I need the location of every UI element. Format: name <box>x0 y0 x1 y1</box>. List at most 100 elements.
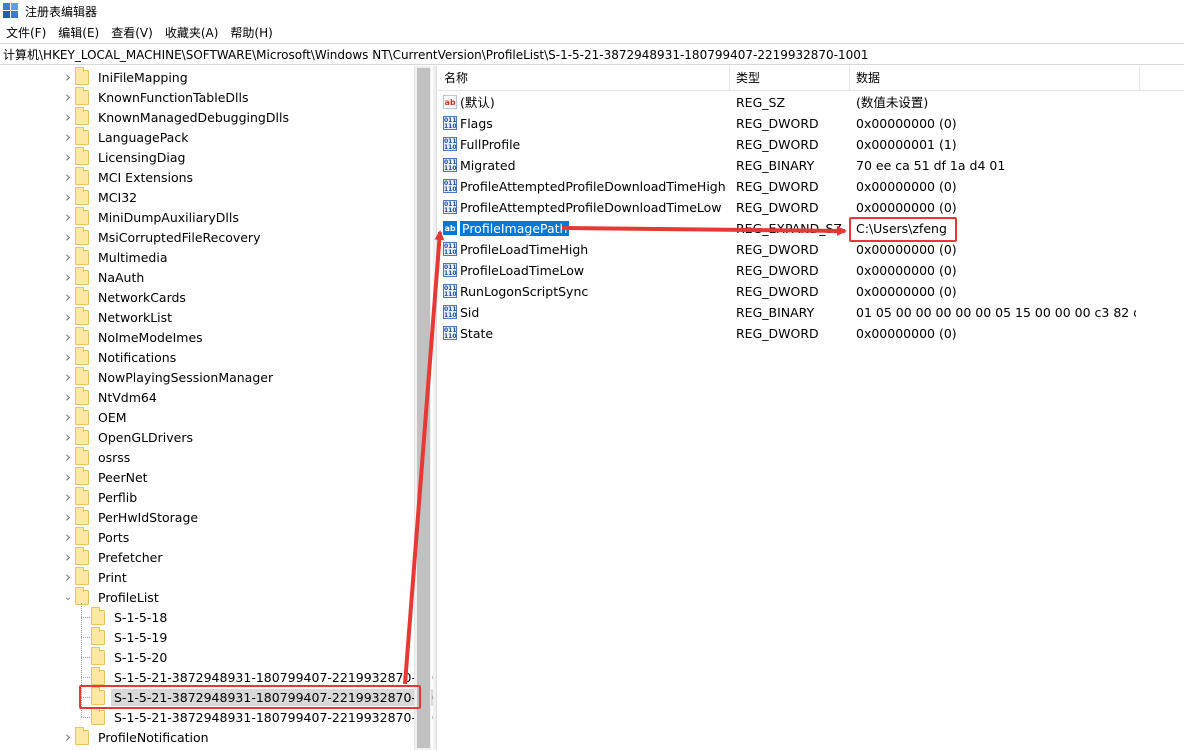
tree-item[interactable]: › OpenGLDrivers <box>61 426 196 447</box>
folder-icon <box>75 206 89 225</box>
chevron-right-icon[interactable]: › <box>61 168 75 186</box>
tree-item-label: IniFileMapping <box>98 69 188 85</box>
value-type: REG_DWORD <box>736 263 819 278</box>
value-row[interactable]: 011 110 State REG_DWORD 0x00000000 (0) <box>438 323 1184 344</box>
tree-item-sid[interactable]: S-1-5-20 <box>91 646 170 667</box>
chevron-right-icon[interactable]: › <box>61 348 75 366</box>
chevron-right-icon[interactable]: › <box>61 188 75 206</box>
menu-help[interactable]: 帮助(H) <box>224 24 278 41</box>
chevron-right-icon[interactable]: › <box>61 488 75 506</box>
chevron-right-icon[interactable]: › <box>61 268 75 286</box>
tree-item[interactable]: › MiniDumpAuxiliaryDlls <box>61 206 242 227</box>
chevron-right-icon[interactable]: › <box>61 208 75 226</box>
tree-item[interactable]: › Perflib <box>61 486 140 507</box>
tree-item[interactable]: › NetworkList <box>61 306 175 327</box>
key-tree: › IniFileMapping › KnownFunctionTableDlls › K… <box>0 66 434 750</box>
value-row[interactable]: 011 110 Flags REG_DWORD 0x00000000 (0) <box>438 113 1184 134</box>
tree-item-sid[interactable]: S-1-5-21-3872948931-180799407-2219932870… <box>91 666 434 687</box>
tree-item[interactable]: › NaAuth <box>61 266 147 287</box>
chevron-right-icon[interactable]: › <box>61 548 75 566</box>
chevron-right-icon[interactable]: › <box>61 428 75 446</box>
value-row[interactable]: 011 110 Sid REG_BINARY 01 05 00 00 00 00 00… <box>438 302 1184 323</box>
tree-item[interactable]: › Notifications <box>61 346 179 367</box>
chevron-right-icon[interactable]: › <box>61 108 75 126</box>
column-header-type[interactable]: 类型 <box>730 66 850 91</box>
pane-splitter[interactable] <box>433 66 437 750</box>
tree-vertical-scrollbar[interactable] <box>414 66 431 750</box>
tree-item-sid[interactable]: S-1-5-21-3872948931-180799407-2219932870… <box>91 706 434 727</box>
tree-item[interactable]: ⌄ ProfileList <box>61 586 162 607</box>
value-row[interactable]: 011 110 FullProfile REG_DWORD 0x00000001 (1… <box>438 134 1184 155</box>
tree-item[interactable]: › KnownManagedDebuggingDlls <box>61 106 292 127</box>
chevron-right-icon[interactable]: › <box>61 288 75 306</box>
folder-icon <box>75 526 89 545</box>
highlight-profile-path <box>849 217 957 242</box>
chevron-right-icon[interactable]: › <box>61 388 75 406</box>
chevron-right-icon[interactable]: › <box>61 248 75 266</box>
chevron-right-icon[interactable]: › <box>61 308 75 326</box>
chevron-down-icon[interactable]: ⌄ <box>61 592 75 603</box>
chevron-right-icon[interactable]: › <box>61 408 75 426</box>
menu-edit[interactable]: 编辑(E) <box>52 24 105 41</box>
chevron-right-icon[interactable]: › <box>61 128 75 146</box>
chevron-right-icon[interactable]: › <box>61 368 75 386</box>
tree-item[interactable]: › MsiCorruptedFileRecovery <box>61 226 263 247</box>
value-row[interactable]: 011 110 ProfileAttemptedProfileDownloadTi… <box>438 197 1184 218</box>
chevron-right-icon[interactable]: › <box>61 88 75 106</box>
tree-item-sid[interactable]: S-1-5-18 <box>91 606 170 627</box>
tree-item[interactable]: › LanguagePack <box>61 126 191 147</box>
chevron-right-icon[interactable]: › <box>61 68 75 86</box>
tree-item[interactable]: › NowPlayingSessionManager <box>61 366 276 387</box>
chevron-right-icon[interactable]: › <box>61 468 75 486</box>
tree-item[interactable]: › Print <box>61 566 130 587</box>
value-row[interactable]: 011 110 ProfileAttemptedProfileDownloadTi… <box>438 176 1184 197</box>
chevron-right-icon[interactable]: › <box>61 528 75 546</box>
chevron-right-icon[interactable]: › <box>61 148 75 166</box>
folder-icon <box>75 146 89 165</box>
tree-item[interactable]: › PerHwIdStorage <box>61 506 201 527</box>
tree-item[interactable]: › osrss <box>61 446 133 467</box>
chevron-right-icon[interactable]: › <box>61 448 75 466</box>
value-type: REG_DWORD <box>736 200 819 215</box>
value-row[interactable]: 011 110 RunLogonScriptSync REG_DWORD 0x0000… <box>438 281 1184 302</box>
menu-view[interactable]: 查看(V) <box>105 24 159 41</box>
folder-icon <box>75 466 89 485</box>
chevron-right-icon[interactable]: › <box>61 508 75 526</box>
tree-item[interactable]: › PeerNet <box>61 466 151 487</box>
tree-item[interactable]: › ProfileNotification <box>61 726 212 747</box>
tree-item[interactable]: › NoImeModeImes <box>61 326 206 347</box>
tree-item[interactable]: › Multimedia <box>61 246 171 267</box>
tree-item[interactable]: › MCI32 <box>61 186 140 207</box>
menu-bar: 文件(F) 编辑(E) 查看(V) 收藏夹(A) 帮助(H) <box>0 22 1184 42</box>
tree-item[interactable]: › MCI Extensions <box>61 166 196 187</box>
tree-item-sid[interactable]: S-1-5-19 <box>91 626 170 647</box>
menu-file[interactable]: 文件(F) <box>0 24 52 41</box>
value-type: REG_DWORD <box>736 284 819 299</box>
value-type: REG_DWORD <box>736 326 819 341</box>
value-data: 0x00000000 (0) <box>856 263 957 278</box>
chevron-right-icon[interactable]: › <box>61 568 75 586</box>
value-row[interactable]: 011 110 ProfileLoadTimeLow REG_DWORD 0x0000… <box>438 260 1184 281</box>
tree-item[interactable]: › LicensingDiag <box>61 146 188 167</box>
column-header-name[interactable]: 名称 <box>438 66 730 91</box>
tree-item[interactable]: › KnownFunctionTableDlls <box>61 86 252 107</box>
tree-item[interactable]: › NtVdm64 <box>61 386 160 407</box>
chevron-right-icon[interactable]: › <box>61 728 75 746</box>
scrollbar-thumb[interactable] <box>417 68 430 748</box>
tree-item[interactable]: › NetworkCards <box>61 286 189 307</box>
tree-item[interactable]: › Prefetcher <box>61 546 166 567</box>
chevron-right-icon[interactable]: › <box>61 228 75 246</box>
tree-item[interactable]: › Ports <box>61 526 132 547</box>
tree-item[interactable]: › IniFileMapping <box>61 66 191 87</box>
value-row[interactable]: 011 110 ProfileLoadTimeHigh REG_DWORD 0x000… <box>438 239 1184 260</box>
chevron-right-icon[interactable]: › <box>61 328 75 346</box>
value-row[interactable]: ab ProfileImagePath REG_EXPAND_SZ C:\Users\… <box>438 218 1184 239</box>
column-header-data[interactable]: 数据 <box>850 66 1140 91</box>
value-name: ProfileLoadTimeHigh <box>460 242 589 257</box>
string-value-icon: ab <box>443 221 457 235</box>
tree-item[interactable]: › OEM <box>61 406 130 427</box>
value-row[interactable]: 011 110 Migrated REG_BINARY 70 ee ca 51 df … <box>438 155 1184 176</box>
value-row[interactable]: ab (默认) REG_SZ (数值未设置) <box>438 92 1184 113</box>
menu-favorites[interactable]: 收藏夹(A) <box>159 24 225 41</box>
address-bar[interactable]: 计算机\HKEY_LOCAL_MACHINE\SOFTWARE\Microsof… <box>0 43 1184 65</box>
